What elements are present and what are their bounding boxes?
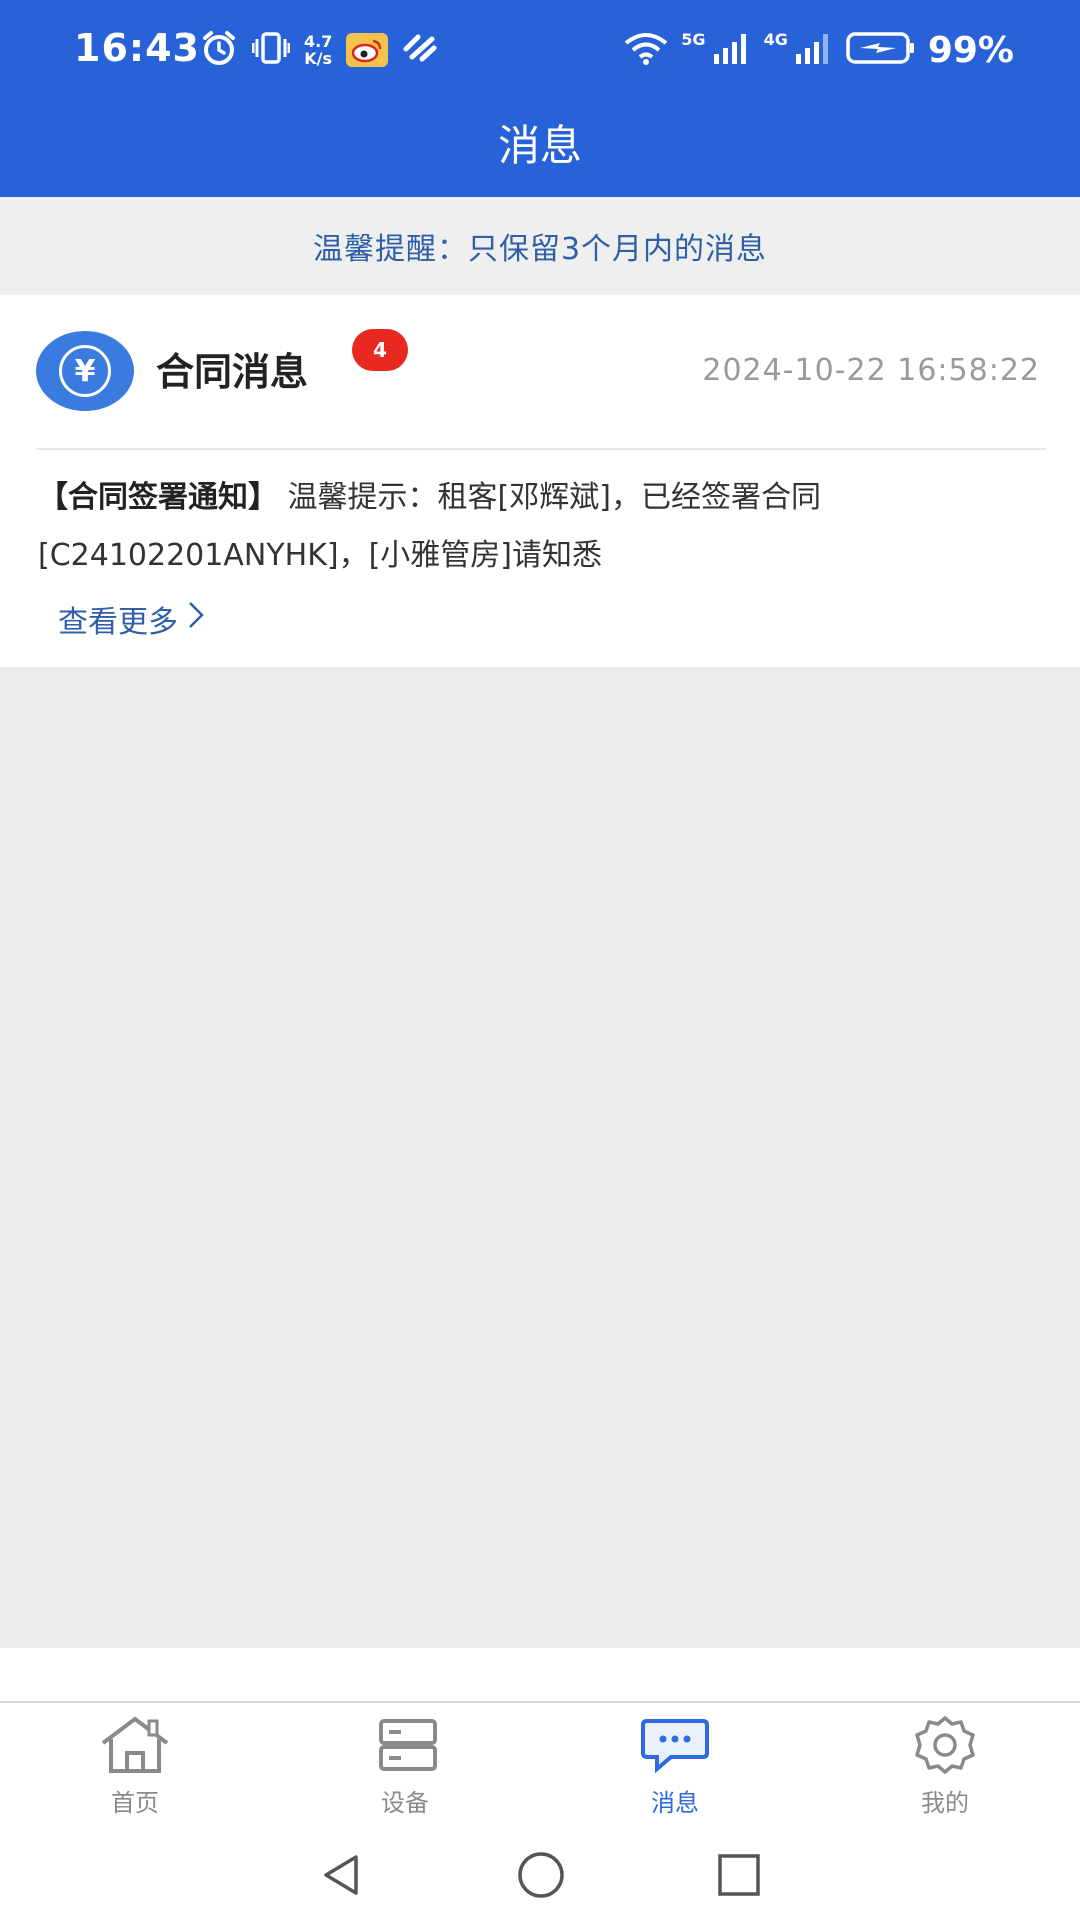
contract-category-icon: ¥ — [36, 331, 134, 411]
app-notification-icon — [402, 33, 438, 67]
status-bar: 16:43 4.7 K/s 5G 4G 99% — [0, 0, 1080, 98]
tab-messages-label: 消息 — [651, 1789, 699, 1817]
net-type-1: 5G — [681, 30, 706, 49]
tab-mine[interactable]: 我的 — [810, 1703, 1080, 1833]
message-tag: 【合同签署通知】 — [38, 480, 278, 515]
card-divider — [36, 448, 1046, 450]
speed-value: 4.7 — [304, 32, 333, 51]
retention-tip-bar: 温馨提醒：只保留3个月内的消息 — [0, 197, 1080, 295]
speed-unit: K/s — [304, 49, 333, 68]
home-icon — [97, 1715, 173, 1779]
bottom-tab-bar: 首页 设备 消息 我的 — [0, 1703, 1080, 1833]
view-more-label: 查看更多 — [58, 605, 178, 640]
status-icons-right: 5G 4G 99% — [623, 28, 1014, 72]
tab-mine-label: 我的 — [921, 1789, 969, 1817]
view-more-link[interactable]: 查看更多 — [58, 597, 206, 641]
recents-square-icon[interactable] — [716, 1852, 762, 1902]
yen-icon: ¥ — [59, 345, 111, 397]
battery-percent: 99% — [927, 29, 1014, 71]
message-category-title: 合同消息 — [156, 350, 309, 394]
wifi-icon — [623, 31, 669, 69]
message-icon — [637, 1715, 713, 1779]
alarm-icon — [200, 29, 238, 71]
chevron-right-icon — [186, 600, 206, 638]
gear-icon — [907, 1715, 983, 1779]
vibrate-icon — [251, 31, 291, 69]
tab-home[interactable]: 首页 — [0, 1703, 270, 1833]
status-time: 16:43 — [74, 26, 200, 70]
home-circle-icon[interactable] — [516, 1850, 566, 1904]
unread-count-badge: 4 — [352, 329, 408, 371]
retention-tip-text: 温馨提醒：只保留3个月内的消息 — [312, 232, 768, 267]
status-icons-left: 4.7 K/s — [200, 28, 438, 72]
device-icon — [367, 1715, 443, 1779]
tab-home-label: 首页 — [111, 1789, 159, 1817]
contract-message-card[interactable]: ¥ 合同消息 4 2024-10-22 16:58:22 【合同签署通知】 温馨… — [0, 295, 1080, 667]
signal-icon-1 — [712, 32, 752, 68]
network-speed: 4.7 K/s — [304, 33, 332, 67]
back-icon[interactable] — [318, 1851, 366, 1903]
message-timestamp: 2024-10-22 16:58:22 — [702, 353, 1040, 388]
app-header: 16:43 4.7 K/s 5G 4G 99% 消息 — [0, 0, 1080, 197]
tab-device[interactable]: 设备 — [270, 1703, 540, 1833]
signal-icon-2 — [794, 32, 834, 68]
tab-messages[interactable]: 消息 — [540, 1703, 810, 1833]
weibo-icon — [346, 33, 389, 67]
system-nav-bar — [0, 1833, 1080, 1920]
net-type-2: 4G — [763, 30, 788, 49]
battery-charging-icon — [846, 31, 916, 69]
message-body: 【合同签署通知】 温馨提示：租客[邓辉斌]，已经签署合同[C24102201AN… — [38, 469, 1048, 585]
page-title: 消息 — [497, 121, 582, 170]
tab-device-label: 设备 — [381, 1789, 429, 1817]
